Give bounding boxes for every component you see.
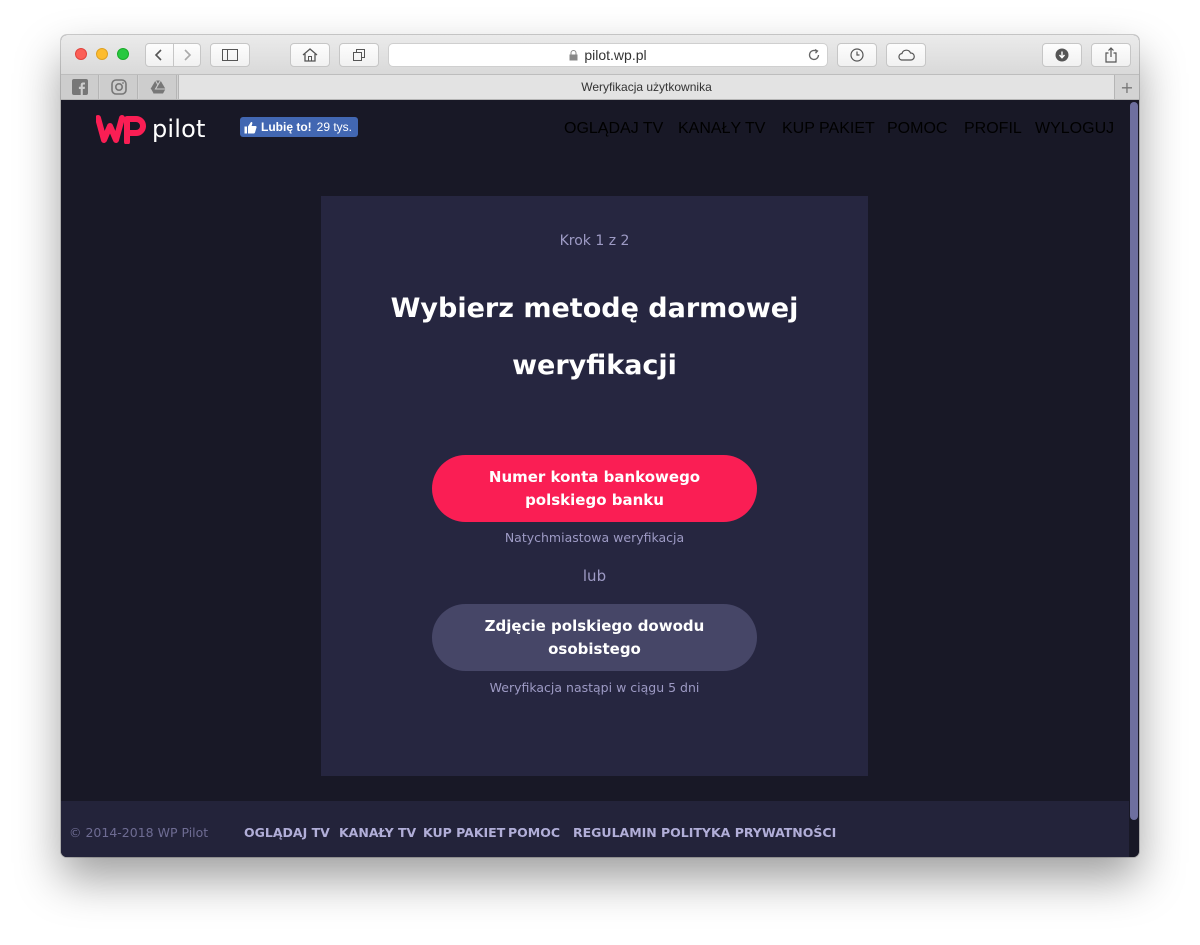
history-navigation bbox=[145, 43, 201, 67]
thumbs-up-icon bbox=[244, 121, 257, 133]
id-card-option-label: Zdjęcie polskiego dowodu osobistego bbox=[484, 616, 705, 658]
footer-link-pomoc[interactable]: POMOC bbox=[508, 825, 560, 840]
page-footer: © 2014-2018 WP Pilot OGLĄDAJ TV KANAŁY T… bbox=[61, 801, 1129, 857]
footer-link-regulamin[interactable]: REGULAMIN bbox=[573, 825, 657, 840]
share-icon bbox=[1105, 47, 1117, 63]
share-button[interactable] bbox=[1091, 43, 1131, 67]
sidebar-button[interactable] bbox=[210, 43, 250, 67]
footer-link-polityka-prywatnosci[interactable]: POLITYKA PRYWATNOŚCI bbox=[661, 825, 836, 840]
browser-window: pilot.wp.pl Weryfikacja użytkownika + pi… bbox=[61, 35, 1139, 857]
downloads-button[interactable] bbox=[1042, 43, 1082, 67]
footer-link-ogladaj-tv[interactable]: OGLĄDAJ TV bbox=[244, 825, 330, 840]
forward-button[interactable] bbox=[172, 44, 200, 66]
cloud-icon bbox=[898, 49, 915, 61]
close-window-button[interactable] bbox=[75, 48, 87, 60]
nav-item-kanaly-tv[interactable]: KANAŁY TV bbox=[678, 120, 765, 138]
active-tab[interactable]: Weryfikacja użytkownika bbox=[178, 75, 1115, 99]
home-button[interactable] bbox=[290, 43, 330, 67]
sidebar-icon bbox=[222, 49, 238, 61]
nav-item-pomoc[interactable]: POMOC bbox=[887, 120, 947, 138]
or-separator: lub bbox=[582, 567, 607, 585]
chevron-right-icon bbox=[184, 49, 192, 61]
instagram-icon bbox=[110, 79, 127, 95]
pinned-tab-google-drive[interactable] bbox=[139, 75, 177, 99]
download-icon bbox=[1055, 48, 1069, 62]
nav-item-wyloguj[interactable]: WYLOGUJ bbox=[1035, 120, 1114, 138]
history-button[interactable] bbox=[837, 43, 877, 67]
reload-icon[interactable] bbox=[807, 48, 821, 62]
id-card-photo-verification-button[interactable]: Zdjęcie polskiego dowodu osobistego bbox=[432, 604, 757, 671]
address-bar[interactable]: pilot.wp.pl bbox=[388, 43, 828, 67]
nav-item-kup-pakiet[interactable]: KUP PAKIET bbox=[782, 120, 875, 138]
page-title: Wybierz metodę darmowej weryfikacji bbox=[390, 293, 799, 381]
wp-logo-icon bbox=[96, 115, 146, 144]
bank-account-verification-button[interactable]: Numer konta bankowego polskiego banku bbox=[432, 455, 757, 522]
page-content: pilot Lubię to! 29 tys. OGLĄDAJ TV KANAŁ… bbox=[61, 100, 1139, 857]
clock-icon bbox=[850, 48, 864, 62]
icloud-tabs-button[interactable] bbox=[886, 43, 926, 67]
logo-text: pilot bbox=[152, 115, 206, 143]
nav-item-ogladaj-tv[interactable]: OGLĄDAJ TV bbox=[564, 120, 663, 138]
new-tab-button[interactable]: + bbox=[1115, 75, 1139, 99]
nav-item-profil[interactable]: PROFIL bbox=[964, 120, 1022, 138]
bank-account-option-note: Natychmiastowa weryfikacja bbox=[504, 530, 685, 545]
copyright-text: © 2014-2018 WP Pilot bbox=[69, 825, 209, 840]
pinned-tab-instagram[interactable] bbox=[100, 75, 138, 99]
id-card-option-note: Weryfikacja nastąpi w ciągu 5 dni bbox=[489, 680, 700, 695]
tabs-icon bbox=[353, 49, 365, 61]
page-scrollbar[interactable] bbox=[1130, 102, 1138, 820]
pinned-tab-facebook[interactable] bbox=[61, 75, 99, 99]
chevron-left-icon bbox=[155, 49, 163, 61]
home-icon bbox=[302, 48, 318, 62]
tabs-overview-button[interactable] bbox=[339, 43, 379, 67]
facebook-like-count: 29 tys. bbox=[316, 120, 353, 134]
step-indicator: Krok 1 z 2 bbox=[559, 233, 630, 249]
facebook-like-button[interactable]: Lubię to! 29 tys. bbox=[240, 117, 359, 137]
lock-icon bbox=[569, 49, 578, 60]
bank-account-option-label: Numer konta bankowego polskiego banku bbox=[488, 467, 701, 509]
plus-icon: + bbox=[1120, 77, 1134, 97]
back-button[interactable] bbox=[146, 44, 173, 66]
zoom-window-button[interactable] bbox=[117, 48, 129, 60]
google-drive-icon bbox=[149, 80, 165, 94]
verification-card: Krok 1 z 2 Wybierz metodę darmowej weryf… bbox=[321, 196, 868, 776]
minimize-window-button[interactable] bbox=[96, 48, 108, 60]
tab-bar: Weryfikacja użytkownika + bbox=[61, 75, 1139, 100]
facebook-icon bbox=[71, 79, 88, 95]
footer-link-kup-pakiet[interactable]: KUP PAKIET bbox=[423, 825, 505, 840]
facebook-like-label: Lubię to! bbox=[261, 120, 312, 134]
tab-title: Weryfikacja użytkownika bbox=[581, 80, 712, 94]
wp-pilot-logo[interactable]: pilot bbox=[96, 114, 206, 144]
browser-toolbar: pilot.wp.pl bbox=[61, 35, 1139, 75]
address-url: pilot.wp.pl bbox=[584, 47, 647, 63]
footer-link-kanaly-tv[interactable]: KANAŁY TV bbox=[339, 825, 416, 840]
